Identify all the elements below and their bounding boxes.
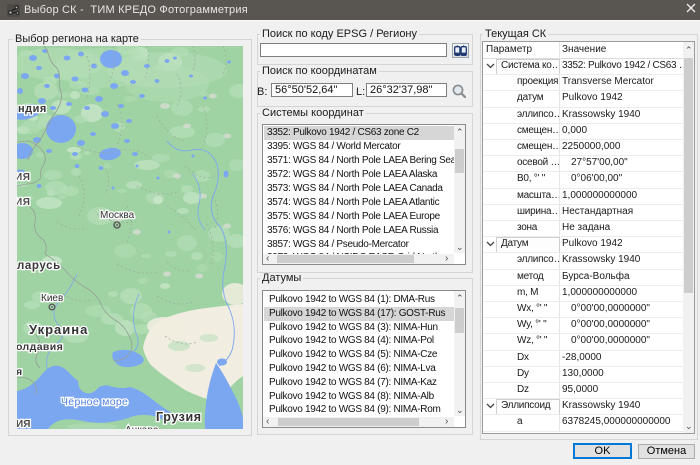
svg-text:ИЯ: ИЯ xyxy=(17,419,30,429)
svg-text:Анкара: Анкара xyxy=(125,425,159,429)
svg-text:Москва: Москва xyxy=(100,210,135,221)
svg-text:ИЯ: ИЯ xyxy=(17,197,30,208)
svg-text:Украина: Украина xyxy=(29,322,88,337)
svg-text:ндия: ндия xyxy=(18,103,47,115)
svg-text:Грузия: Грузия xyxy=(156,410,202,424)
svg-text:я: я xyxy=(17,366,22,378)
svg-text:ларусь: ларусь xyxy=(17,260,61,272)
svg-text:ИЯ: ИЯ xyxy=(17,172,30,183)
svg-text:олдавия: олдавия xyxy=(17,341,63,353)
svg-text:Чёрное море: Чёрное море xyxy=(61,396,128,408)
svg-text:Киев: Киев xyxy=(41,293,63,304)
